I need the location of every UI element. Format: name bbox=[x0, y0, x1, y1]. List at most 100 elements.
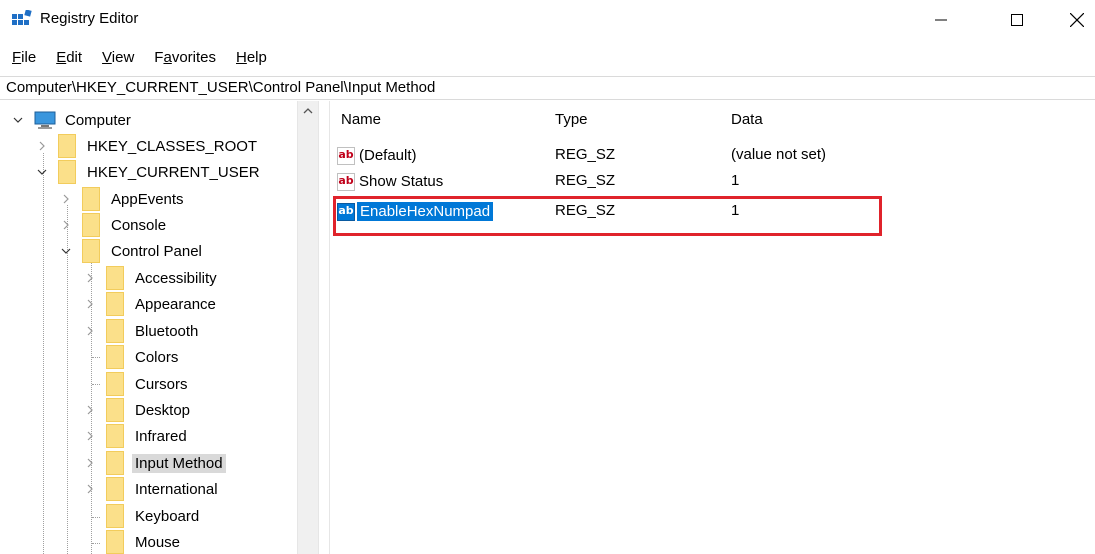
tree-item-label: Colors bbox=[135, 348, 179, 366]
folder-icon bbox=[106, 345, 124, 369]
maximize-button[interactable] bbox=[994, 0, 1040, 40]
column-header-name[interactable]: Name bbox=[341, 111, 381, 135]
value-name: Show Status bbox=[359, 173, 444, 190]
tree-item-colors[interactable]: Colors bbox=[82, 344, 181, 370]
folder-icon bbox=[106, 477, 124, 501]
tree-item-label: Infrared bbox=[135, 427, 187, 445]
address-bar[interactable]: Computer\HKEY_CURRENT_USER\Control Panel… bbox=[0, 76, 1095, 100]
minimize-button[interactable] bbox=[918, 0, 964, 40]
tree-item-label: Desktop bbox=[135, 401, 191, 419]
value-name-cell: ab (Default) bbox=[337, 146, 419, 165]
tree-item-cursors[interactable]: Cursors bbox=[82, 371, 191, 397]
folder-icon bbox=[106, 266, 124, 290]
folder-icon bbox=[106, 398, 124, 422]
tree-item-label: Cursors bbox=[135, 375, 188, 393]
tree-item-hkey-classes-root[interactable]: HKEY_CLASSES_ROOT bbox=[34, 133, 260, 159]
tree-item-mouse[interactable]: Mouse bbox=[82, 529, 183, 554]
folder-icon bbox=[82, 187, 100, 211]
tree-item-label: Mouse bbox=[135, 533, 181, 551]
menu-view[interactable]: View bbox=[90, 46, 142, 70]
value-name: (Default) bbox=[359, 147, 417, 164]
chevron-right-icon[interactable] bbox=[82, 270, 98, 286]
tree-item-appearance[interactable]: Appearance bbox=[82, 291, 219, 317]
tree-guide-line bbox=[43, 153, 44, 554]
close-icon bbox=[1070, 13, 1084, 27]
tree-item-control-panel[interactable]: Control Panel bbox=[58, 238, 205, 264]
tree-item-input-method[interactable]: Input Method bbox=[82, 450, 226, 476]
column-header-data[interactable]: Data bbox=[731, 111, 763, 135]
tree-item-label: Console bbox=[111, 216, 167, 234]
tree-item-accessibility[interactable]: Accessibility bbox=[82, 265, 220, 291]
title-bar: Registry Editor bbox=[0, 0, 1095, 40]
folder-icon bbox=[106, 292, 124, 316]
registry-editor-app-icon bbox=[12, 10, 32, 25]
tree-item-bluetooth[interactable]: Bluetooth bbox=[82, 318, 201, 344]
tree-item-keyboard[interactable]: Keyboard bbox=[82, 503, 202, 529]
tree-item-computer[interactable]: Computer bbox=[10, 107, 134, 133]
folder-icon bbox=[58, 160, 76, 184]
tree-item-international[interactable]: International bbox=[82, 476, 221, 502]
value-row-default[interactable]: ab (Default) REG_SZ (value not set) bbox=[331, 143, 1095, 169]
minimize-icon bbox=[935, 19, 947, 21]
tree-item-label: Control Panel bbox=[111, 242, 202, 260]
value-row-show-status[interactable]: ab Show Status REG_SZ 1 bbox=[331, 169, 1095, 195]
folder-icon bbox=[82, 213, 100, 237]
chevron-right-icon[interactable] bbox=[82, 402, 98, 418]
tree-item-label: International bbox=[135, 480, 218, 498]
tree-item-desktop[interactable]: Desktop bbox=[82, 397, 193, 423]
tree-item-label: Accessibility bbox=[135, 269, 217, 287]
tree-item-appevents[interactable]: AppEvents bbox=[58, 186, 187, 212]
menu-file[interactable]: File bbox=[0, 46, 44, 70]
chevron-right-icon[interactable] bbox=[82, 296, 98, 312]
menu-help[interactable]: Help bbox=[224, 46, 275, 70]
tree-item-label: Appearance bbox=[135, 295, 216, 313]
tree-item-console[interactable]: Console bbox=[58, 212, 169, 238]
tree-item-label: HKEY_CURRENT_USER bbox=[87, 163, 260, 181]
menu-edit[interactable]: Edit bbox=[44, 46, 90, 70]
value-type: REG_SZ bbox=[555, 172, 616, 189]
tree-item-label: Computer bbox=[65, 111, 131, 129]
menu-bar: File Edit View Favorites Help bbox=[0, 46, 275, 70]
chevron-down-icon[interactable] bbox=[10, 112, 26, 128]
tree-scrollbar[interactable] bbox=[297, 101, 318, 554]
tree-item-label: Input Method bbox=[132, 453, 226, 473]
folder-icon bbox=[106, 372, 124, 396]
chevron-right-icon[interactable] bbox=[82, 481, 98, 497]
folder-icon bbox=[106, 504, 124, 528]
pane-splitter[interactable] bbox=[318, 101, 330, 554]
chevron-right-icon[interactable] bbox=[58, 191, 74, 207]
computer-icon bbox=[34, 111, 56, 129]
value-name-cell: ab Show Status bbox=[337, 172, 445, 191]
column-header-type[interactable]: Type bbox=[555, 111, 588, 135]
folder-icon bbox=[58, 134, 76, 158]
string-value-icon: ab bbox=[337, 146, 355, 165]
tree-item-label: Bluetooth bbox=[135, 322, 199, 340]
chevron-down-icon[interactable] bbox=[58, 243, 74, 259]
folder-icon bbox=[106, 530, 124, 554]
key-tree-pane[interactable]: Computer HKEY_CLASSES_ROOT HKEY_CURRENT_… bbox=[0, 101, 318, 554]
close-button[interactable] bbox=[1054, 0, 1095, 40]
menu-favorites[interactable]: Favorites bbox=[142, 46, 224, 70]
tree-item-hkey-current-user[interactable]: HKEY_CURRENT_USER bbox=[34, 159, 263, 185]
tree-item-label: AppEvents bbox=[111, 190, 184, 208]
folder-icon bbox=[106, 319, 124, 343]
tree-item-label: HKEY_CLASSES_ROOT bbox=[87, 137, 258, 155]
tree-item-infrared[interactable]: Infrared bbox=[82, 423, 190, 449]
chevron-right-icon[interactable] bbox=[82, 428, 98, 444]
values-list-pane[interactable]: Name Type Data ab (Default) REG_SZ (valu… bbox=[331, 101, 1095, 554]
folder-icon bbox=[106, 424, 124, 448]
tree-item-label: Keyboard bbox=[135, 507, 200, 525]
chevron-right-icon[interactable] bbox=[82, 455, 98, 471]
chevron-right-icon[interactable] bbox=[82, 323, 98, 339]
chevron-down-icon[interactable] bbox=[34, 164, 50, 180]
maximize-icon bbox=[1011, 14, 1023, 26]
window-title: Registry Editor bbox=[40, 10, 139, 27]
scroll-up-button[interactable] bbox=[298, 101, 318, 121]
chevron-right-icon[interactable] bbox=[58, 217, 74, 233]
chevron-up-icon bbox=[303, 108, 313, 114]
chevron-right-icon[interactable] bbox=[34, 138, 50, 154]
value-type: REG_SZ bbox=[555, 146, 616, 163]
